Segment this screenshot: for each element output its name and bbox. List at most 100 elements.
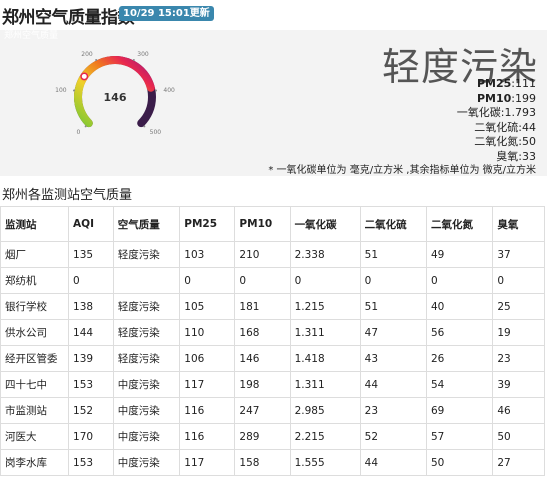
gauge-tick-dot [73,89,76,92]
table-cell: 158 [234,449,291,476]
gauge-tick-dot [154,89,157,92]
table-cell: 1.555 [289,449,361,476]
table-cell: 2.338 [289,241,361,268]
table-cell: 289 [234,423,291,450]
table-cell: 170 [68,423,114,450]
pollutant-row: PM10:199 [336,92,536,107]
table-cell: 181 [234,293,291,320]
pollutant-row: 二氧化硫:44 [336,121,536,136]
table-cell: 152 [68,397,114,424]
table-cell: 27 [492,449,545,476]
table-cell: 56 [425,319,494,346]
table-cell: 26 [425,345,494,372]
pollutant-value: 199 [515,91,536,105]
gauge-tick-label: 100 [55,87,67,94]
table-cell: 轻度污染 [112,241,181,268]
table-cell: 1.418 [289,345,361,372]
table-cell: 106 [179,345,236,372]
column-header: PM10 [234,206,291,242]
table-cell: 40 [425,293,494,320]
table-cell: 19 [492,319,545,346]
table-cell: 135 [68,241,114,268]
table-cell: 中度污染 [112,449,181,476]
table-cell: 69 [425,397,494,424]
pollutant-list: PM25:111 PM10:199 一氧化碳:1.793 二氧化硫:44 二氧化氮:50… [336,77,536,164]
table-cell: 44 [359,449,427,476]
table-cell: 146 [234,345,291,372]
pollutant-label: 二氧化硫 [474,120,519,134]
pollutant-label: PM25 [476,77,512,90]
table-cell: 116 [179,397,236,424]
pollutant-label: 二氧化氮 [474,135,519,148]
table-cell: 44 [359,371,427,398]
table-cell: 52 [359,423,427,450]
table-cell: 139 [68,345,114,372]
table-cell: 116 [179,423,236,450]
table-cell: 39 [492,371,545,398]
table-cell: 117 [179,449,236,476]
table-cell: 210 [234,241,291,268]
table-row: 郑纺机 0 0 0 0 0 0 0 [0,267,545,294]
table-cell: 144 [68,319,114,346]
table-row: 烟厂 135 轻度污染 103 210 2.338 51 49 37 [0,241,545,268]
table-cell: 103 [179,241,236,268]
table-cell: 0 [492,267,545,294]
table-cell: 中度污染 [112,371,181,398]
table-cell: 25 [492,293,545,320]
gauge-tick-label: 300 [137,51,149,58]
update-time-badge: 10/29 15:01更新 [119,6,214,21]
table-row: 四十七中 153 中度污染 117 198 1.311 44 54 39 [0,371,545,398]
table-cell: 0 [289,267,361,294]
pollutant-value: 50 [522,135,536,148]
table-cell: 郑纺机 [0,267,70,294]
table-row: 银行学校 138 轻度污染 105 181 1.215 51 40 25 [0,293,545,320]
pollutant-label: PM10 [476,91,512,105]
table-cell: 2.985 [289,397,361,424]
table-cell: 市监测站 [0,397,70,424]
table-cell: 0 [425,267,494,294]
table-cell: 43 [359,345,427,372]
table-cell: 四十七中 [0,371,70,398]
table-cell: 中度污染 [112,397,181,424]
gauge-tick-dot [132,59,135,62]
table-cell: 110 [179,319,236,346]
pollutant-row: 一氧化碳:1.793 [336,106,536,121]
table-cell: 供水公司 [0,319,70,346]
pollutant-label: 一氧化碳 [456,106,501,119]
column-header: 二氧化氮 [425,206,494,242]
pollutant-value: 1.793 [504,106,537,119]
table-cell: 轻度污染 [112,293,181,320]
table-cell: 烟厂 [0,241,70,268]
pollutant-row: 二氧化氮:50 [336,135,536,150]
table-row: 供水公司 144 轻度污染 110 168 1.311 47 56 19 [0,319,545,346]
table-cell: 23 [359,397,427,424]
table-cell: 153 [68,449,114,476]
table-cell: 1.311 [289,319,361,346]
table-cell: 51 [359,241,427,268]
gauge-tick-dot [84,125,87,128]
table-cell: 198 [234,371,291,398]
stations-title: 郑州各监测站空气质量 [2,188,133,203]
table-cell: 经开区管委 [0,345,70,372]
table-cell: 57 [425,423,494,450]
column-header: 空气质量 [112,206,181,242]
table-row: 市监测站 152 中度污染 116 247 2.985 23 69 46 [0,397,545,424]
table-cell: 1.311 [289,371,361,398]
table-cell: 0 [179,267,236,294]
table-cell: 138 [68,293,114,320]
pollutant-row: PM25:111 [336,77,536,92]
table-cell: 中度污染 [112,423,181,450]
table-cell: 轻度污染 [112,345,181,372]
table-cell: 轻度污染 [112,319,181,346]
table-cell: 37 [492,241,545,268]
table-cell: 银行学校 [0,293,70,320]
gauge-needle-marker [80,72,89,81]
pollutant-value: 111 [515,77,536,90]
table-cell: 153 [68,371,114,398]
aqi-gauge: 146 0 100 200 300 400 500 [55,51,175,136]
column-header: 二氧化硫 [359,206,427,242]
aqi-value: 146 [104,91,127,104]
gauge-tick-label: 200 [81,51,93,58]
pollutant-value: 44 [522,120,536,134]
gauge-tick-label: 0 [77,129,81,136]
